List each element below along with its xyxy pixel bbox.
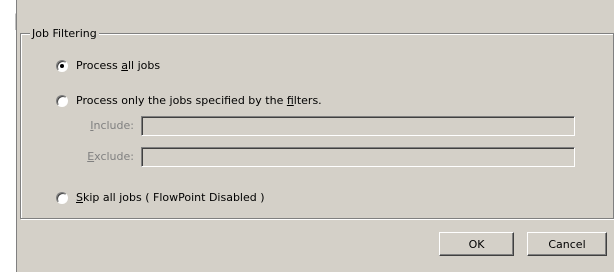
radio-icon[interactable] [56,94,68,107]
include-label: Include: [90,119,134,132]
ok-button[interactable]: OK [439,232,514,256]
process-all-jobs-option[interactable]: Process all jobs [56,59,160,72]
process-filtered-jobs-option[interactable]: Process only the jobs specified by the f… [56,94,322,107]
exclude-field[interactable] [141,147,575,167]
cancel-button[interactable]: Cancel [527,232,607,256]
ok-button-label: OK [468,237,485,251]
skip-all-jobs-option[interactable]: Skip all jobs ( FlowPoint Disabled ) [56,191,265,204]
exclude-label: Exclude: [87,150,134,163]
include-field[interactable] [141,116,575,136]
option-label: Process only the jobs specified by the f… [76,94,322,107]
radio-icon[interactable] [56,59,68,72]
cancel-button-label: Cancel [548,237,586,251]
group-title: Job Filtering [30,27,99,40]
option-label: Skip all jobs ( FlowPoint Disabled ) [76,191,265,204]
option-label: Process all jobs [76,59,161,72]
radio-icon[interactable] [56,191,68,204]
